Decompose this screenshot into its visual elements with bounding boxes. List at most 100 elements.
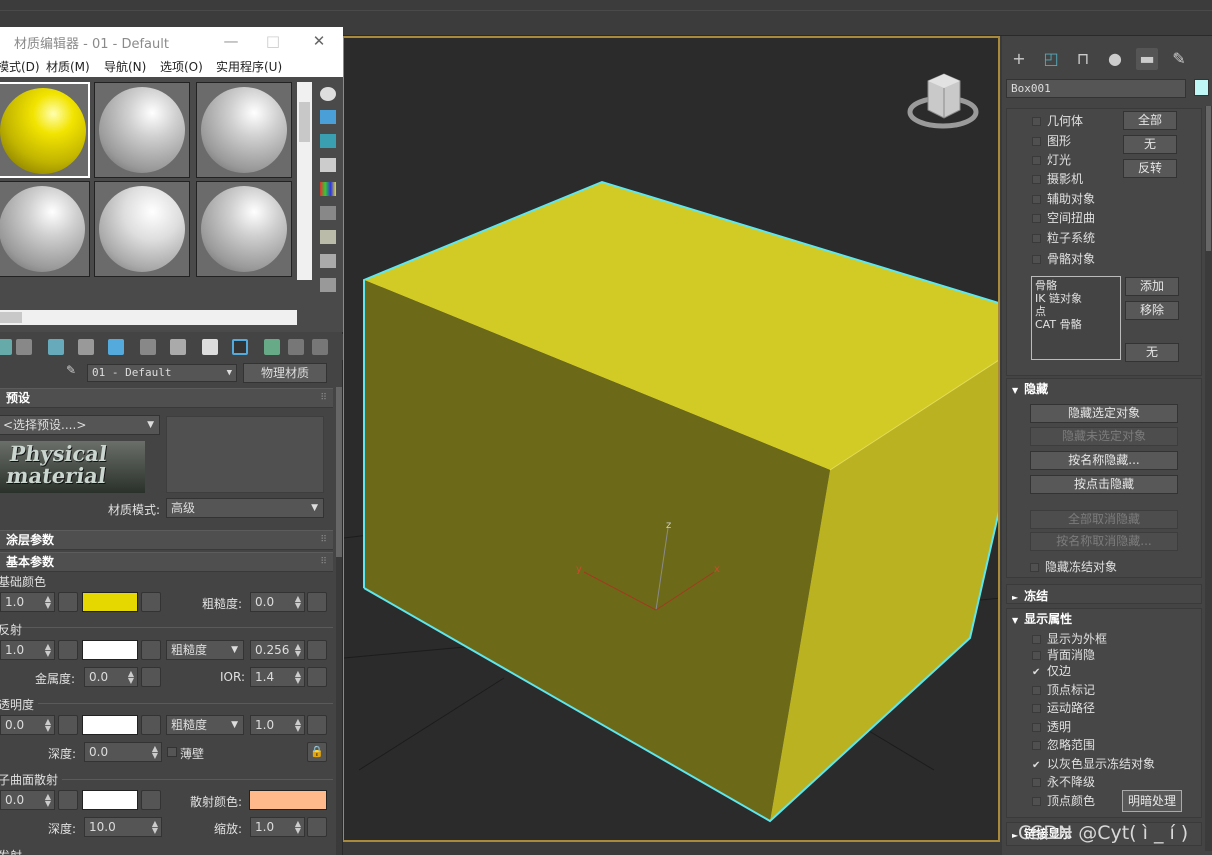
backlight-icon[interactable] bbox=[320, 110, 336, 124]
viewcube[interactable] bbox=[907, 73, 979, 129]
display-props-header[interactable]: ▼ 显示属性 bbox=[1012, 610, 1072, 627]
slots-horizontal-scrollbar[interactable] bbox=[0, 310, 297, 325]
hide-unselected-button[interactable]: 隐藏未选定对象 bbox=[1030, 427, 1178, 446]
see-through-checkbox[interactable]: 透明 bbox=[1032, 718, 1071, 735]
transparency-roughness-spinner[interactable]: 1.0 ▲ ▼ bbox=[250, 715, 305, 735]
base-roughness-map-button[interactable] bbox=[307, 592, 327, 612]
hide-rollout-header[interactable]: ▼ 隐藏 bbox=[1012, 380, 1048, 397]
put-to-library-icon[interactable] bbox=[140, 339, 156, 355]
material-mode-dropdown[interactable]: 高级 ▼ bbox=[166, 498, 324, 518]
sample-slot-6[interactable] bbox=[196, 181, 292, 277]
show-end-result-icon[interactable] bbox=[264, 339, 280, 355]
assign-to-selection-icon[interactable] bbox=[48, 339, 64, 355]
sss-weight-spinner[interactable]: 0.0 ▲ ▼ bbox=[0, 790, 55, 810]
eyedropper-icon[interactable]: ✎ bbox=[66, 363, 76, 377]
unhide-all-button[interactable]: 全部取消隐藏 bbox=[1030, 510, 1178, 529]
maximize-button[interactable]: □ bbox=[262, 30, 284, 52]
reflection-color-map-button[interactable] bbox=[141, 640, 161, 660]
edges-only-checkbox[interactable]: ✔ 仅边 bbox=[1032, 662, 1071, 679]
basic-params-rollout-header[interactable]: 基本参数 ⠿ bbox=[0, 552, 333, 572]
presets-rollout-header[interactable]: 预设 ⠿ bbox=[0, 388, 333, 408]
menu-navigation[interactable]: 导航(N) bbox=[104, 58, 146, 75]
remove-button[interactable]: 移除 bbox=[1125, 301, 1179, 320]
invert-button[interactable]: 反转 bbox=[1123, 159, 1177, 178]
ior-map-button[interactable] bbox=[307, 667, 327, 687]
sss-color-map-button[interactable] bbox=[141, 790, 161, 810]
backface-cull-checkbox[interactable]: 背面消隐 bbox=[1032, 646, 1095, 663]
sample-slot-5[interactable] bbox=[94, 181, 190, 277]
object-name-field[interactable]: Box001 bbox=[1006, 79, 1186, 98]
minimize-button[interactable]: — bbox=[220, 30, 242, 52]
trajectory-checkbox[interactable]: 运动路径 bbox=[1032, 699, 1095, 716]
base-color-map-button[interactable] bbox=[141, 592, 161, 612]
menu-utilities[interactable]: 实用程序(U) bbox=[216, 58, 282, 75]
unhide-by-name-button[interactable]: 按名称取消隐藏... bbox=[1030, 532, 1178, 551]
filter-shapes[interactable]: 图形 bbox=[1032, 132, 1071, 149]
modify-tab-icon[interactable]: ◰ bbox=[1040, 48, 1062, 70]
transparency-weight-map-button[interactable] bbox=[58, 715, 78, 735]
show-shaded-icon[interactable] bbox=[232, 339, 248, 355]
metalness-spinner[interactable]: 0.0 ▲ ▼ bbox=[84, 667, 138, 687]
box001-mesh[interactable] bbox=[363, 180, 1000, 823]
list-item[interactable]: 骨骼 bbox=[1035, 279, 1117, 292]
utilities-tab-icon[interactable]: ✎ bbox=[1168, 48, 1190, 70]
motion-tab-icon[interactable]: ● bbox=[1104, 48, 1126, 70]
options-icon[interactable] bbox=[320, 230, 336, 244]
shaded-button[interactable]: 明暗处理 bbox=[1122, 790, 1182, 812]
filter-space-warps[interactable]: 空间扭曲 bbox=[1032, 209, 1095, 226]
base-weight-spinner[interactable]: 1.0 ▲ ▼ bbox=[0, 592, 55, 612]
scatter-color-swatch[interactable] bbox=[249, 790, 327, 810]
slots-vertical-scrollbar[interactable] bbox=[297, 82, 312, 280]
sample-slot-1[interactable] bbox=[0, 82, 90, 178]
hide-frozen-checkbox[interactable]: 隐藏冻结对象 bbox=[1030, 558, 1117, 575]
thin-walled-checkbox[interactable] bbox=[167, 747, 177, 757]
command-panel-scrollbar[interactable] bbox=[1205, 106, 1212, 851]
background-icon[interactable] bbox=[320, 134, 336, 148]
add-button[interactable]: 添加 bbox=[1125, 277, 1179, 296]
transparency-weight-spinner[interactable]: 0.0 ▲ ▼ bbox=[0, 715, 55, 735]
reflection-roughness-map-button[interactable] bbox=[307, 640, 327, 660]
never-degrade-checkbox[interactable]: 永不降级 bbox=[1032, 773, 1095, 790]
select-by-material-icon[interactable] bbox=[320, 254, 336, 268]
transparency-depth-spinner[interactable]: 0.0 ▲ ▼ bbox=[84, 742, 162, 762]
video-color-check-icon[interactable] bbox=[320, 182, 336, 196]
base-roughness-spinner[interactable]: 0.0 ▲ ▼ bbox=[250, 592, 305, 612]
transparency-color-map-button[interactable] bbox=[141, 715, 161, 735]
get-material-icon[interactable] bbox=[0, 339, 12, 355]
make-preview-icon[interactable] bbox=[320, 206, 336, 220]
display-as-box-checkbox[interactable]: 显示为外框 bbox=[1032, 630, 1107, 647]
display-tab-icon[interactable]: ▬ bbox=[1136, 48, 1158, 70]
go-to-parent-icon[interactable] bbox=[288, 339, 304, 355]
create-tab-icon[interactable]: + bbox=[1008, 48, 1030, 70]
transparency-mode-dropdown[interactable]: 粗糙度 ▼ bbox=[166, 715, 244, 735]
sss-scale-map-button[interactable] bbox=[307, 817, 327, 837]
params-scrollbar[interactable] bbox=[336, 387, 342, 855]
sample-slot-2[interactable] bbox=[94, 82, 190, 178]
filter-lights[interactable]: 灯光 bbox=[1032, 151, 1071, 168]
filter-helpers[interactable]: 辅助对象 bbox=[1032, 190, 1095, 207]
material-id-icon[interactable] bbox=[202, 339, 218, 355]
filter-cameras[interactable]: 摄影机 bbox=[1032, 170, 1083, 187]
menu-material[interactable]: 材质(M) bbox=[46, 58, 90, 75]
menu-options[interactable]: 选项(O) bbox=[160, 58, 203, 75]
ior-spinner[interactable]: 1.4 ▲ ▼ bbox=[250, 667, 305, 687]
coating-rollout-header[interactable]: 涂层参数 ⠿ bbox=[0, 530, 333, 550]
perspective-viewport[interactable]: z x y bbox=[342, 36, 1000, 842]
sample-slot-4[interactable] bbox=[0, 181, 90, 277]
object-color-swatch[interactable] bbox=[1194, 79, 1209, 96]
sss-scale-spinner[interactable]: 1.0 ▲ ▼ bbox=[250, 817, 305, 837]
material-type-button[interactable]: 物理材质 bbox=[243, 363, 327, 383]
list-item[interactable]: CAT 骨骼 bbox=[1035, 318, 1117, 331]
material-name-field[interactable]: 01 - Default ▼ bbox=[87, 364, 237, 382]
go-forward-sibling-icon[interactable] bbox=[312, 339, 328, 355]
show-frozen-gray-checkbox[interactable]: ✔ 以灰色显示冻结对象 bbox=[1032, 755, 1155, 772]
save-icon[interactable] bbox=[170, 339, 186, 355]
vertex-colors-checkbox[interactable]: 顶点颜色 bbox=[1032, 792, 1095, 809]
hierarchy-tab-icon[interactable]: ⊓ bbox=[1072, 48, 1094, 70]
none-button[interactable]: 无 bbox=[1123, 135, 1177, 154]
filter-bone-objects[interactable]: 骨骼对象 bbox=[1032, 250, 1095, 267]
list-item[interactable]: 点 bbox=[1035, 305, 1117, 318]
base-color-swatch[interactable] bbox=[82, 592, 138, 612]
delete-icon[interactable] bbox=[78, 339, 94, 355]
reflection-color-swatch[interactable] bbox=[82, 640, 138, 660]
